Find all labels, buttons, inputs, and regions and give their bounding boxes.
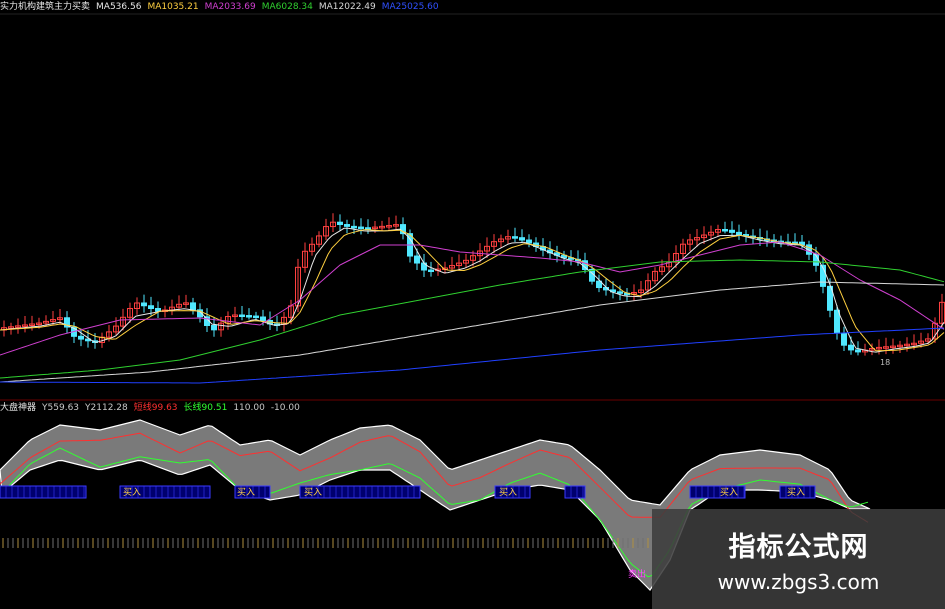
signal-box <box>0 485 87 499</box>
signal-tag: 买入 <box>123 487 141 498</box>
candle-body <box>617 291 623 294</box>
legend-ma20: MA20 33.69 <box>205 0 256 14</box>
legend-label: MA20 <box>204 2 230 12</box>
watermark-url: www.zbgs3.com <box>717 569 880 594</box>
legend-value: 33.69 <box>229 2 256 12</box>
panel-dividers <box>0 13 945 401</box>
ma-line <box>0 327 945 384</box>
candle-body <box>239 314 245 318</box>
candle-body <box>253 315 259 319</box>
candle-body <box>78 335 84 340</box>
candle-body <box>414 255 420 264</box>
candle-body <box>358 226 364 230</box>
legend-value: -10.00 <box>270 403 300 413</box>
bottom-tick-row <box>2 538 649 548</box>
legend-label: MA10 <box>147 2 173 12</box>
legend-value: 90.51 <box>201 403 228 413</box>
candle-body <box>428 269 434 273</box>
legend-value: 99.63 <box>151 403 178 413</box>
candle-body <box>148 305 154 309</box>
legend-label: 长线 <box>183 403 202 413</box>
legend-label: MA60 <box>261 2 288 12</box>
candle-body <box>211 325 217 331</box>
legend-value: 28.34 <box>287 2 313 12</box>
ma-line <box>0 281 945 383</box>
legend-value: 110.00 <box>233 403 265 413</box>
low-price-label: 18 <box>880 358 890 367</box>
candle-body <box>519 237 525 241</box>
candle-body <box>260 316 266 321</box>
legend-label: 短线 <box>133 403 152 413</box>
legend-value: 35.21 <box>172 2 199 12</box>
candle-body <box>351 225 357 229</box>
candle-body <box>190 302 196 311</box>
legend-value: 25.60 <box>412 2 439 12</box>
legend-value: 22.49 <box>349 2 376 12</box>
legend-short-line: 短线 99.63 <box>134 401 178 415</box>
legend-ma10: MA10 35.21 <box>147 0 198 14</box>
site-watermark: 指标公式网 www.zbgs3.com <box>652 509 945 609</box>
main-legend-title: 实力机构建筑主力买卖 <box>0 2 91 12</box>
legend-value: 59.63 <box>53 403 80 413</box>
legend-label: MA120 <box>318 2 350 12</box>
legend-ma120: MA120 22.49 <box>319 0 376 14</box>
legend-label: MA250 <box>381 2 413 12</box>
candle-body <box>344 224 350 227</box>
signal-tag: 买入 <box>499 487 517 498</box>
candle-body <box>736 231 742 236</box>
candle-body <box>512 236 518 239</box>
candlestick-series[interactable] <box>1 213 945 356</box>
candle-body <box>855 349 861 353</box>
candle-body <box>834 309 840 334</box>
indicator-legend: 大盘神器 Y5 59.63 Y2 112.28 短线 99.63 长线 90.5… <box>0 401 300 415</box>
candle-body <box>841 332 847 346</box>
candle-body <box>729 229 735 233</box>
legend-ma250: MA250 25.60 <box>382 0 439 14</box>
candle-body <box>365 227 371 230</box>
legend-long-line: 长线 90.51 <box>184 401 228 415</box>
candle-body <box>337 221 343 226</box>
signal-tag: 买入 <box>304 487 322 498</box>
candle-body <box>246 315 252 318</box>
legend-y5: Y5 59.63 <box>42 401 79 415</box>
candle-body <box>141 302 147 307</box>
legend-label: Y2 <box>85 403 97 413</box>
signal-tag: 买入 <box>237 487 255 498</box>
legend-ma5: MA5 36.56 <box>96 0 141 14</box>
legend-value: 36.56 <box>115 2 142 12</box>
ma-line <box>0 241 945 356</box>
legend-y2: Y2 112.28 <box>85 401 128 415</box>
candle-body <box>526 239 532 244</box>
candle-body <box>848 344 854 351</box>
signal-tag: 卖出 <box>628 568 646 580</box>
legend-ma60: MA60 28.34 <box>262 0 313 14</box>
stock-chart-window[interactable]: 买入 买入 买入 买入 买入 买入卖出 18 实力机构建筑主力买卖 MA5 36.56 M… <box>0 0 945 609</box>
main-chart-legend: 实力机构建筑主力买卖 MA5 36.56 MA10 35.21 MA20 33.… <box>0 0 439 14</box>
legend-label: Y5 <box>42 403 54 413</box>
candle-body <box>722 229 728 232</box>
signal-box <box>564 485 586 499</box>
signal-tag: 买入 <box>720 487 738 498</box>
indicator-legend-title: 大盘神器 <box>0 403 37 413</box>
watermark-title: 指标公式网 <box>728 531 869 563</box>
legend-label: MA5 <box>96 2 116 12</box>
legend-upper-level: 110.00 <box>233 401 265 415</box>
signal-tag: 买入 <box>787 487 805 498</box>
legend-lower-level: -10.00 <box>271 401 300 415</box>
legend-value: 112.28 <box>96 403 128 413</box>
